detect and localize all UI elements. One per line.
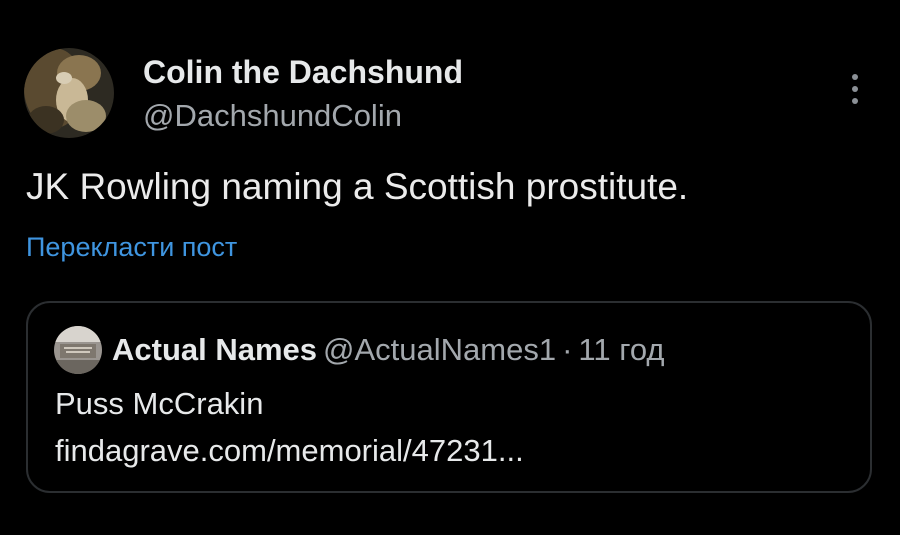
quoted-post-header: Actual Names @ActualNames1 · 11 год bbox=[112, 332, 665, 368]
more-options-button[interactable] bbox=[838, 68, 872, 110]
post: Colin the Dachshund @DachshundColin JK R… bbox=[0, 0, 900, 535]
quoted-post-card[interactable]: Actual Names @ActualNames1 · 11 год Puss Mc… bbox=[26, 301, 872, 493]
gravestone-photo-avatar bbox=[54, 326, 102, 374]
author-avatar[interactable] bbox=[24, 48, 114, 138]
more-vertical-icon bbox=[852, 74, 858, 104]
quoted-author-name[interactable]: Actual Names bbox=[112, 332, 317, 367]
dachshund-photo-avatar bbox=[24, 48, 114, 138]
quoted-post-text: Puss McCrakin bbox=[55, 386, 264, 421]
author-display-name[interactable]: Colin the Dachshund bbox=[143, 54, 463, 91]
author-handle[interactable]: @DachshundColin bbox=[143, 98, 402, 134]
header-separator: · bbox=[562, 332, 573, 367]
post-text: JK Rowling naming a Scottish prostitute. bbox=[26, 166, 689, 207]
translate-post-link[interactable]: Перекласти пост bbox=[26, 232, 237, 263]
quoted-author-handle[interactable]: @ActualNames1 bbox=[323, 332, 556, 367]
quoted-post-time[interactable]: 11 год bbox=[578, 332, 664, 367]
quoted-author-avatar[interactable] bbox=[54, 326, 102, 374]
quoted-post-link-text[interactable]: findagrave.com/memorial/47231... bbox=[55, 433, 524, 469]
